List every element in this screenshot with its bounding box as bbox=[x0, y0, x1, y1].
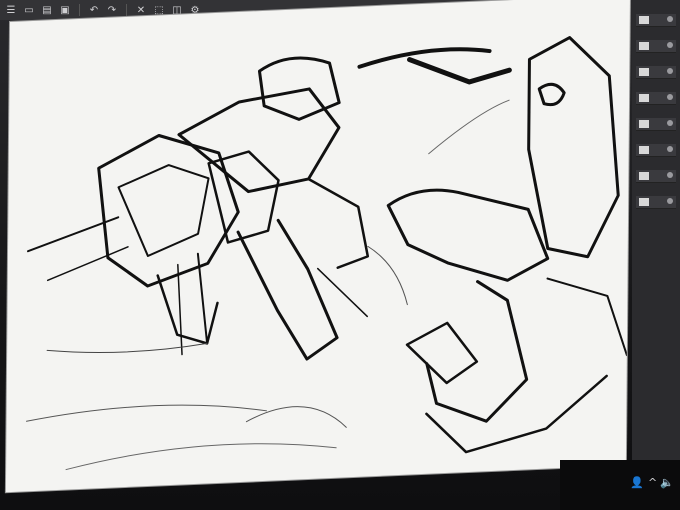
eye-icon[interactable] bbox=[667, 68, 673, 74]
toolbar-divider bbox=[79, 4, 80, 16]
save-icon[interactable]: ▣ bbox=[58, 3, 72, 17]
layer-row[interactable] bbox=[636, 40, 676, 53]
layer-thumbnail bbox=[639, 42, 649, 50]
undo-icon[interactable]: ↶ bbox=[87, 3, 101, 17]
layer-thumbnail bbox=[639, 146, 649, 154]
layer-thumbnail bbox=[639, 198, 649, 206]
layer-row[interactable] bbox=[636, 14, 676, 27]
speaker-icon[interactable]: 🔈 bbox=[660, 476, 674, 489]
layer-row[interactable] bbox=[636, 92, 676, 105]
eye-icon[interactable] bbox=[667, 146, 673, 152]
up-arrow-icon[interactable]: ^ bbox=[648, 476, 657, 489]
redo-icon[interactable]: ↷ bbox=[105, 3, 119, 17]
eye-icon[interactable] bbox=[667, 172, 673, 178]
eye-icon[interactable] bbox=[667, 16, 673, 22]
layer-thumbnail bbox=[639, 16, 649, 24]
clear-icon[interactable]: ✕ bbox=[134, 3, 148, 17]
eye-icon[interactable] bbox=[667, 198, 673, 204]
layer-thumbnail bbox=[639, 172, 649, 180]
person-icon[interactable]: 👤 bbox=[630, 476, 644, 489]
menu-icon[interactable]: ☰ bbox=[4, 3, 18, 17]
layer-row[interactable] bbox=[636, 144, 676, 157]
layer-row[interactable] bbox=[636, 66, 676, 79]
sketch-artwork bbox=[26, 36, 628, 471]
layer-thumbnail bbox=[639, 120, 649, 128]
layer-row[interactable] bbox=[636, 196, 676, 209]
new-file-icon[interactable]: ▭ bbox=[22, 3, 36, 17]
layer-thumbnail bbox=[639, 68, 649, 76]
layer-thumbnail bbox=[639, 94, 649, 102]
open-icon[interactable]: ▤ bbox=[40, 3, 54, 17]
eye-icon[interactable] bbox=[667, 120, 673, 126]
eye-icon[interactable] bbox=[667, 42, 673, 48]
toolbar-divider bbox=[126, 4, 127, 16]
layer-row[interactable] bbox=[636, 118, 676, 131]
drawing-canvas[interactable] bbox=[5, 0, 630, 493]
eye-icon[interactable] bbox=[667, 94, 673, 100]
os-taskbar: 👤 ^ 🔈 bbox=[560, 460, 680, 510]
layer-row[interactable] bbox=[636, 170, 676, 183]
